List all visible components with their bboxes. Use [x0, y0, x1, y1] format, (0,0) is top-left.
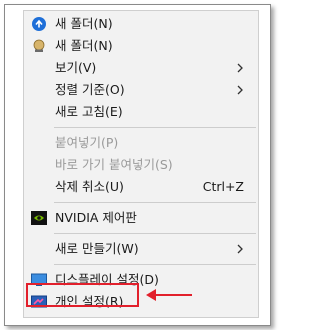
menu-item-label: NVIDIA 제어판 — [55, 210, 137, 225]
chevron-right-icon — [237, 244, 243, 254]
chevron-right-icon — [237, 63, 243, 73]
menu-item-label: 보기(V) — [55, 60, 97, 75]
menu-item-label: 삭제 취소(U) — [55, 179, 124, 194]
menu-item-view[interactable]: 보기(V) — [24, 57, 258, 79]
nvidia-icon — [31, 210, 47, 226]
menu-item-label: 새로 고침(E) — [55, 104, 123, 119]
refresh-blue-icon — [31, 16, 47, 32]
menu-item-new[interactable]: 새로 만들기(W) — [24, 238, 258, 260]
menu-separator — [54, 264, 256, 265]
menu-item-nvidia-control-panel[interactable]: NVIDIA 제어판 — [24, 207, 258, 229]
menu-item-new-folder-2[interactable]: 새 폴더(N) — [24, 35, 258, 57]
menu-item-paste-shortcut: 바로 가기 붙여넣기(S) — [24, 154, 258, 176]
menu-separator — [54, 202, 256, 203]
menu-item-label: 새로 만들기(W) — [55, 241, 139, 256]
menu-separator — [54, 127, 256, 128]
menu-item-sort-by[interactable]: 정렬 기준(O) — [24, 79, 258, 101]
menu-item-label: 붙여넣기(P) — [55, 135, 119, 150]
ball-icon — [31, 38, 47, 54]
menu-item-label: 바로 가기 붙여넣기(S) — [55, 157, 173, 172]
highlight-box — [26, 283, 139, 307]
menu-item-undo-delete[interactable]: 삭제 취소(U) Ctrl+Z — [24, 176, 258, 198]
menu-item-new-folder-1[interactable]: 새 폴더(N) — [24, 13, 258, 35]
menu-separator — [54, 233, 256, 234]
menu-item-label: 정렬 기준(O) — [55, 82, 125, 97]
menu-item-label: 새 폴더(N) — [55, 16, 113, 31]
chevron-right-icon — [237, 85, 243, 95]
menu-item-refresh[interactable]: 새로 고침(E) — [24, 101, 258, 123]
desktop-context-menu: 새 폴더(N) 새 폴더(N) 보기(V) 정렬 기준(O) 새로 고침(E) … — [23, 10, 259, 318]
menu-item-shortcut: Ctrl+Z — [202, 179, 244, 194]
menu-item-label: 새 폴더(N) — [55, 38, 113, 53]
red-arrow-icon — [146, 289, 192, 301]
menu-item-paste: 붙여넣기(P) — [24, 132, 258, 154]
